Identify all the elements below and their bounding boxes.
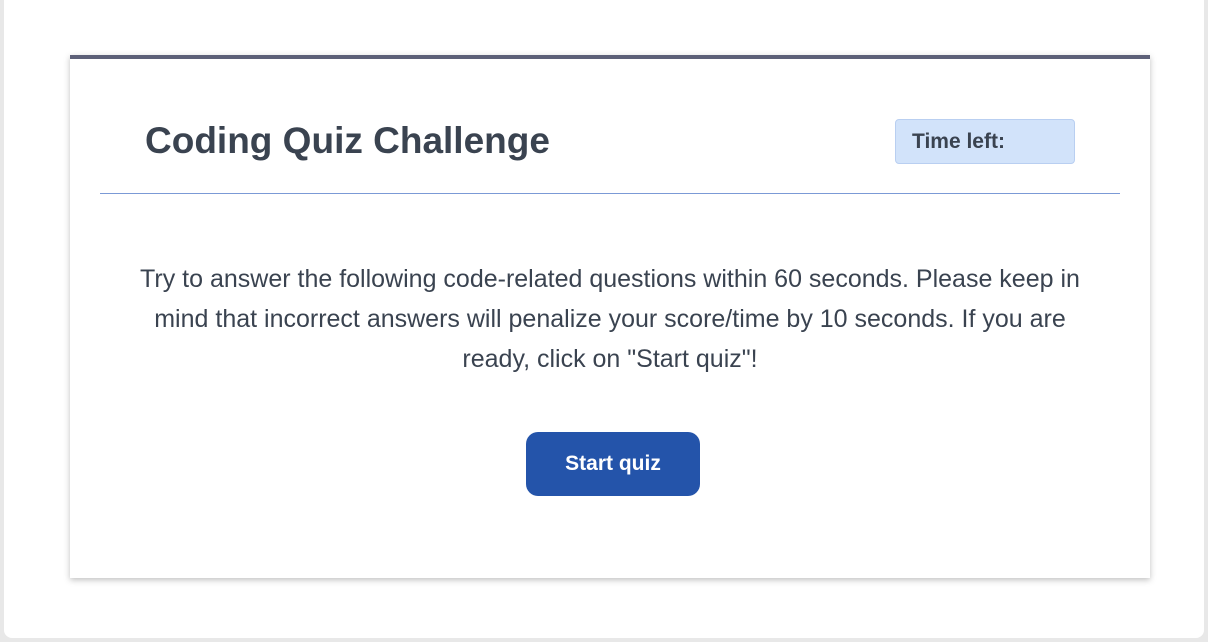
quiz-header: Coding Quiz Challenge Time left:: [100, 59, 1120, 194]
intro-text: Try to answer the following code-related…: [140, 265, 1080, 373]
page-title: Coding Quiz Challenge: [145, 120, 550, 161]
start-quiz-button[interactable]: Start quiz: [526, 432, 700, 496]
page-frame: Coding Quiz Challenge Time left: Try to …: [4, 0, 1204, 638]
timer-label: Time left:: [912, 130, 1005, 153]
quiz-card: Coding Quiz Challenge Time left: Try to …: [70, 55, 1150, 578]
timer-display: Time left:: [895, 119, 1075, 164]
